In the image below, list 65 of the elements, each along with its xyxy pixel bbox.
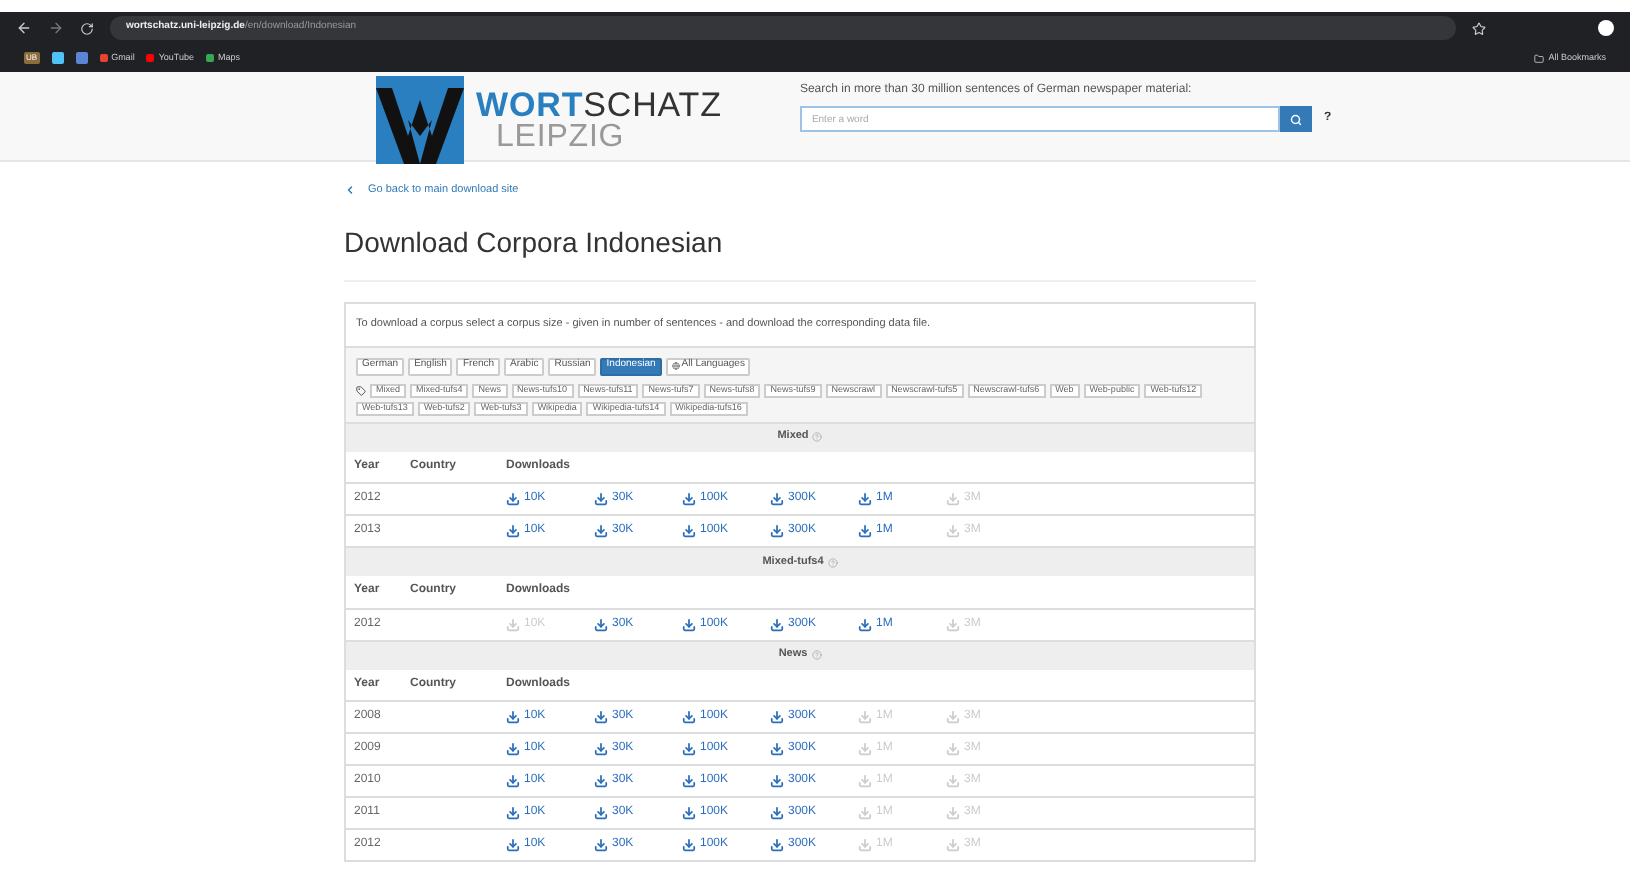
- download-icon: [506, 492, 520, 506]
- chevron-left-icon: [344, 184, 356, 197]
- bookmark-star-icon[interactable]: [1472, 21, 1486, 35]
- tag-icon: [356, 385, 366, 395]
- folder-icon: [1534, 53, 1545, 63]
- download-icon: [858, 742, 872, 756]
- download-icon: [858, 617, 872, 631]
- download-icon: [770, 806, 784, 820]
- download-icon: [770, 710, 784, 724]
- logo-icon: [376, 76, 464, 164]
- page-title: Download Corpora Indonesian: [344, 222, 1256, 283]
- download-icon: [946, 838, 960, 852]
- logo-subtitle: LEIPZIG: [496, 122, 627, 154]
- download-icon: [506, 774, 520, 788]
- download-icon: [770, 742, 784, 756]
- download-icon: [682, 774, 696, 788]
- download-icon: [858, 524, 872, 538]
- download-icon: [682, 492, 696, 506]
- download-icon: [506, 710, 520, 724]
- forward-icon[interactable]: [48, 20, 64, 36]
- download-icon: [506, 524, 520, 538]
- download-icon: [506, 617, 520, 631]
- reload-icon[interactable]: [80, 21, 94, 35]
- search-button[interactable]: [1279, 106, 1312, 132]
- download-icon: [946, 710, 960, 724]
- download-icon: [770, 492, 784, 506]
- download-icon: [682, 742, 696, 756]
- download-icon: [594, 617, 608, 631]
- download-icon: [682, 617, 696, 631]
- download-icon: [770, 617, 784, 631]
- download-icon: [858, 838, 872, 852]
- bookmark-favicon[interactable]: [75, 52, 88, 64]
- download-icon: [946, 492, 960, 506]
- search-icon: [1289, 113, 1302, 125]
- download-icon: [858, 806, 872, 820]
- download-icon: [506, 742, 520, 756]
- download-icon: [682, 806, 696, 820]
- globe-icon: [671, 362, 680, 370]
- bookmark-favicon[interactable]: [51, 52, 64, 64]
- back-icon[interactable]: [16, 20, 32, 36]
- download-icon: [770, 838, 784, 852]
- download-icon: [682, 524, 696, 538]
- download-icon: [858, 774, 872, 788]
- download-icon: [858, 710, 872, 724]
- download-icon: [506, 838, 520, 852]
- download-icon: [594, 710, 608, 724]
- download-icon: [946, 617, 960, 631]
- download-icon: [594, 492, 608, 506]
- download-icon: [594, 806, 608, 820]
- download-icon: [506, 806, 520, 820]
- download-icon: [594, 838, 608, 852]
- download-icon: [770, 774, 784, 788]
- download-icon: [946, 774, 960, 788]
- download-icon: [682, 838, 696, 852]
- profile-avatar[interactable]: [1598, 20, 1614, 36]
- logo-wordmark: WORTSCHATZ: [476, 88, 722, 122]
- download-icon: [858, 492, 872, 506]
- download-icon: [946, 806, 960, 820]
- download-icon: [682, 710, 696, 724]
- download-icon: [770, 524, 784, 538]
- download-icon: [594, 742, 608, 756]
- download-icon: [594, 774, 608, 788]
- download-icon: [594, 524, 608, 538]
- download-icon: [946, 524, 960, 538]
- download-icon: [946, 742, 960, 756]
